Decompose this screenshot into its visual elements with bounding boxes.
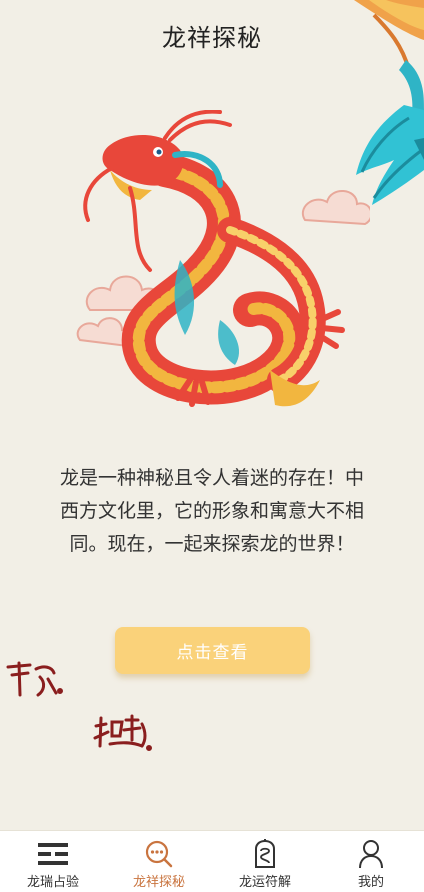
dragon-illustration xyxy=(76,110,370,407)
talisman-icon xyxy=(248,839,282,869)
tab-talisman[interactable]: 龙运符解 xyxy=(212,831,318,892)
dragon-explore-page: 龙祥探秘 龙是一种神秘且令人着迷的存在！中西方文化里，它的形象和寓意大不相同。现… xyxy=(0,0,424,892)
tab-mine[interactable]: 我的 xyxy=(318,831,424,892)
bottom-tab-bar: 龙瑞占验 龙祥探秘 龙运符解 我的 xyxy=(0,830,424,892)
tab-talisman-label: 龙运符解 xyxy=(238,875,291,890)
tab-fortune[interactable]: 龙瑞占验 xyxy=(0,831,106,892)
trigram-icon xyxy=(36,839,70,869)
tab-mine-label: 我的 xyxy=(357,875,384,890)
tab-explore-label: 龙祥探秘 xyxy=(132,875,185,890)
calligraphy-signature xyxy=(93,714,152,751)
intro-text: 龙是一种神秘且令人着迷的存在！中西方文化里，它的形象和寓意大不相同。现在，一起来… xyxy=(59,467,364,555)
tab-fortune-label: 龙瑞占验 xyxy=(26,875,79,890)
tab-explore[interactable]: 龙祥探秘 xyxy=(106,831,212,892)
calligraphy-stamp xyxy=(6,661,63,697)
search-icon xyxy=(142,839,176,869)
user-icon xyxy=(354,839,388,869)
view-button[interactable]: 点击查看 xyxy=(115,627,310,674)
